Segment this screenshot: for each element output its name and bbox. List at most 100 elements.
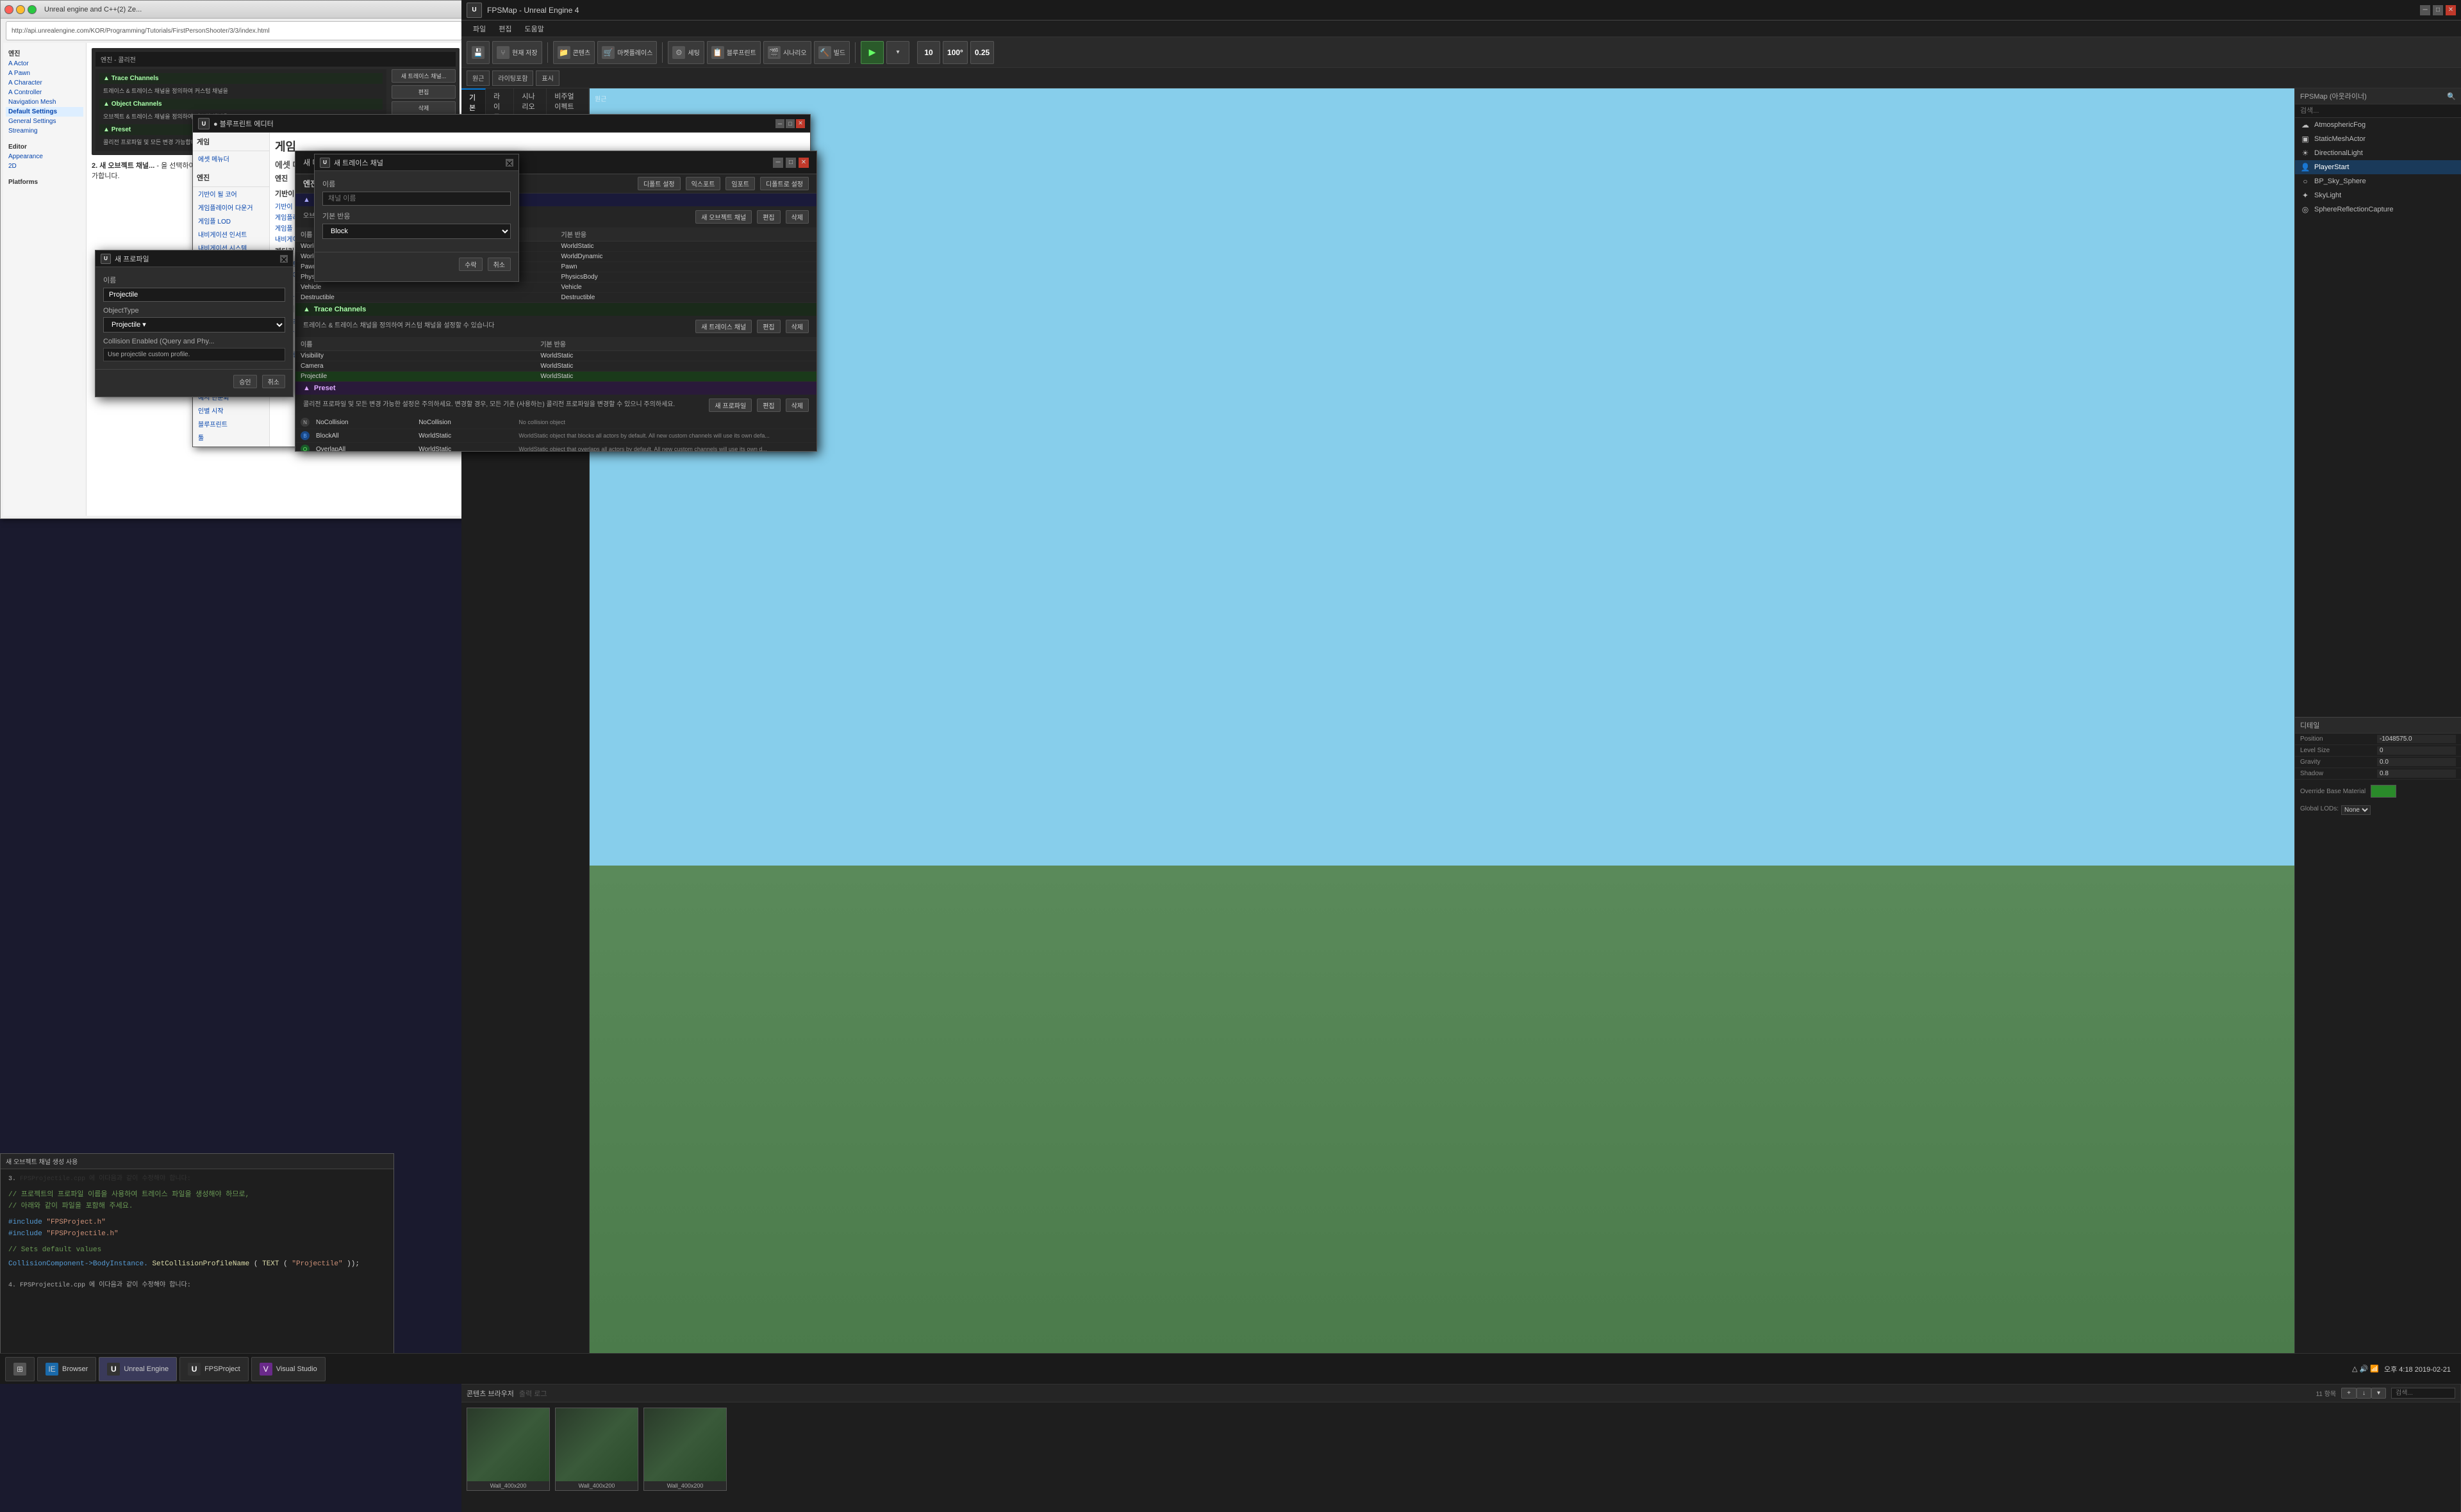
cd-export-all-btn[interactable]: 디폴트로 설정	[760, 177, 809, 190]
cd-oc-row-dest[interactable]: Destructible Destructible	[295, 293, 816, 303]
preset-row-overlapall[interactable]: O OverlapAll WorldStatic WorldStatic obj…	[295, 443, 816, 451]
nav-general-settings[interactable]: General Settings	[6, 117, 83, 126]
outliner-item-reflection[interactable]: ◎ SphereReflectionCapture	[2295, 202, 2461, 217]
new-trace-channel-btn-embedded[interactable]: 새 트레이스 채널...	[392, 69, 456, 83]
cd-oc-delete-btn[interactable]: 삭제	[786, 210, 809, 224]
cd-tc-delete-btn[interactable]: 삭제	[786, 320, 809, 333]
cd-preset-header[interactable]: ▲ Preset	[295, 382, 816, 395]
toolbar-settings-btn[interactable]: ⚙ 세팅	[668, 41, 704, 64]
cd-tc-row-vis[interactable]: Visibility WorldStatic	[295, 351, 816, 361]
bp-nav-tools[interactable]: 툴	[193, 431, 269, 444]
toolbar-build-btn[interactable]: 🔨 빌드	[814, 41, 850, 64]
outliner-item-player-start[interactable]: 👤 PlayerStart	[2295, 160, 2461, 174]
bp-max-btn[interactable]: □	[786, 119, 795, 128]
content-filter-btn[interactable]: ▾	[2371, 1388, 2386, 1399]
cd-tc-row-cam[interactable]: Camera WorldStatic	[295, 361, 816, 372]
menu-edit[interactable]: 편집	[492, 21, 518, 37]
detail-value-position[interactable]: -1048575.0	[2377, 735, 2456, 743]
np-objecttype-select[interactable]: Projectile ▾	[103, 317, 285, 333]
cd-max-btn[interactable]: □	[786, 158, 796, 168]
outliner-search-input[interactable]	[2295, 104, 2461, 118]
nav-2d[interactable]: 2D	[6, 161, 83, 171]
nav-a-controller[interactable]: A Controller	[6, 88, 83, 97]
nav-a-actor[interactable]: A Actor	[6, 59, 83, 69]
cd-close-btn[interactable]: ✕	[799, 158, 809, 168]
cd-tc-row-proj[interactable]: Projectile WorldStatic	[295, 372, 816, 382]
lod-select[interactable]: None	[2341, 805, 2371, 815]
content-browser-tab[interactable]: 콘텐츠 브라우저	[467, 1388, 514, 1399]
bp-nav-basic[interactable]: 기반이 될 코어	[193, 187, 269, 201]
ue-viewport[interactable]: 원근	[590, 88, 2294, 1384]
detail-value-levelsize[interactable]: 0	[2377, 746, 2456, 755]
ntc-name-input[interactable]	[322, 192, 511, 206]
cd-preset-delete-btn[interactable]: 삭제	[786, 399, 809, 412]
ntc-default-select[interactable]: Block Overlap Ignore	[322, 224, 511, 239]
toolbar-source-control-btn[interactable]: ⑂ 현재 저장	[492, 41, 542, 64]
thumbnail-1[interactable]: Wall_400x200	[467, 1408, 550, 1491]
taskbar-fps-btn[interactable]: U FPSProject	[179, 1357, 249, 1381]
cd-preset-edit-btn[interactable]: 편집	[757, 399, 780, 412]
bp-nav-gameplay[interactable]: 게임플레이어 다운거	[193, 201, 269, 214]
ue-maximize-btn[interactable]: □	[2433, 5, 2443, 15]
ntc-close-btn[interactable]: ✕	[506, 159, 513, 167]
toolbar-blueprint-btn[interactable]: 📋 블루프린트	[707, 41, 761, 64]
toolbar2-show-btn[interactable]: 표시	[536, 70, 559, 86]
toolbar-cinematics-btn[interactable]: 🎬 시나리오	[763, 41, 811, 64]
bp-nav-lod[interactable]: 게임플 LOD	[193, 214, 269, 227]
bp-nav-blueprint2[interactable]: 블루프린트	[193, 417, 269, 431]
np-close-btn[interactable]: ✕	[280, 255, 288, 263]
menu-help[interactable]: 도움말	[518, 21, 551, 37]
color-swatch[interactable]	[2371, 785, 2396, 798]
max-btn[interactable]	[28, 5, 37, 14]
min-btn[interactable]	[16, 5, 25, 14]
toolbar-play-mode-btn[interactable]: ▾	[886, 41, 909, 64]
ntc-cancel-btn[interactable]: 취소	[488, 258, 511, 271]
output-log-tab[interactable]: 출력 로그	[519, 1388, 547, 1399]
thumbnail-3[interactable]: Wall_400x200	[643, 1408, 727, 1491]
bp-nav-preset[interactable]: 에셋 메뉴더	[193, 151, 269, 166]
ue-minimize-btn[interactable]: ─	[2420, 5, 2430, 15]
toolbar-num-3-btn[interactable]: 0.25	[970, 41, 994, 64]
content-search-input[interactable]	[2391, 1388, 2455, 1399]
browser-address-bar[interactable]: http://api.unrealengine.com/KOR/Programm…	[6, 21, 462, 40]
nav-default-settings[interactable]: Default Settings	[6, 107, 83, 117]
detail-value-gravity[interactable]: 0.0	[2377, 758, 2456, 766]
edit-btn-embedded[interactable]: 편집	[392, 85, 456, 99]
nav-streaming[interactable]: Streaming	[6, 126, 83, 136]
toolbar-save-btn[interactable]: 💾	[467, 41, 490, 64]
delete-btn-embedded[interactable]: 삭제	[392, 101, 456, 115]
outliner-item-sky-light[interactable]: ✦ SkyLight	[2295, 188, 2461, 202]
outliner-item-static-mesh[interactable]: ▣ StaticMeshActor	[2295, 132, 2461, 146]
bp-min-btn[interactable]: ─	[775, 119, 784, 128]
cd-import-btn[interactable]: 임포트	[725, 177, 755, 190]
toolbar-num-1-btn[interactable]: 10	[917, 41, 940, 64]
taskbar-browser-btn[interactable]: IE Browser	[37, 1357, 96, 1381]
cd-oc-row-vehicle[interactable]: Vehicle Vehicle	[295, 283, 816, 293]
cd-tc-edit-btn[interactable]: 편집	[757, 320, 780, 333]
preset-row-nocollision[interactable]: N NoCollision NoCollision No collision o…	[295, 416, 816, 429]
menu-file[interactable]: 파일	[467, 21, 492, 37]
cd-new-trace-channel-btn[interactable]: 새 트레이스 채널	[695, 320, 752, 333]
np-cancel-btn[interactable]: 취소	[262, 375, 285, 388]
toolbar-play-btn[interactable]: ▶	[861, 41, 884, 64]
cd-oc-edit-btn[interactable]: 편집	[757, 210, 780, 224]
close-btn[interactable]	[4, 5, 13, 14]
thumbnail-2[interactable]: Wall_400x200	[555, 1408, 638, 1491]
outliner-item-light[interactable]: ☀ DirectionalLight	[2295, 146, 2461, 160]
preset-row-blockall[interactable]: B BlockAll WorldStatic WorldStatic objec…	[295, 429, 816, 443]
nav-navigation-mesh[interactable]: Navigation Mesh	[6, 97, 83, 107]
ue-close-btn[interactable]: ✕	[2446, 5, 2456, 15]
toolbar-content-btn[interactable]: 📁 콘텐츠	[553, 41, 595, 64]
taskbar-start-btn[interactable]: ⊞	[5, 1357, 35, 1381]
cd-min-btn[interactable]: ─	[773, 158, 783, 168]
bp-close-btn[interactable]: ✕	[796, 119, 805, 128]
np-name-input[interactable]	[103, 288, 285, 302]
nav-appearance[interactable]: Appearance	[6, 152, 83, 161]
cd-trace-channels-header[interactable]: ▲ Trace Channels	[295, 303, 816, 316]
ntc-ok-btn[interactable]: 수락	[459, 258, 482, 271]
detail-value-shadow[interactable]: 0.8	[2377, 769, 2456, 778]
content-add-btn[interactable]: +	[2341, 1388, 2357, 1399]
content-import-btn[interactable]: ↓	[2357, 1388, 2371, 1399]
cd-new-preset-btn[interactable]: 새 프로파일	[709, 399, 752, 412]
nav-a-character[interactable]: A Character	[6, 78, 83, 88]
